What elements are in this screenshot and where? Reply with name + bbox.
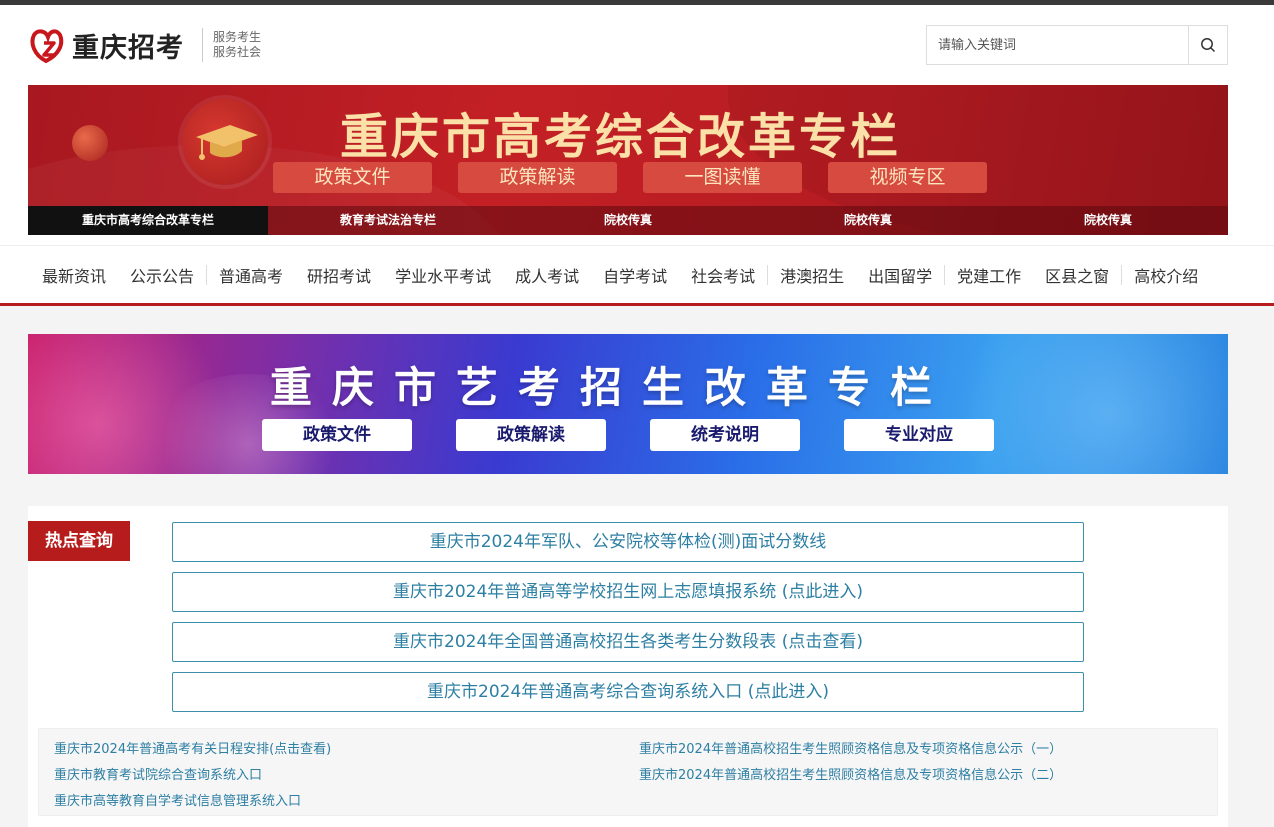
- logo-slogan: 服务考生 服务社会: [213, 30, 261, 60]
- nav-item-study-abroad[interactable]: 出国留学: [856, 263, 944, 287]
- nav-item-district-window[interactable]: 区县之窗: [1033, 263, 1121, 287]
- slogan-line-1: 服务考生: [213, 30, 262, 44]
- banner-title: 重庆市艺考招生改革专栏: [270, 363, 953, 412]
- nav-item-self-study[interactable]: 自学考试: [591, 263, 679, 287]
- hot-link-volunteer-system[interactable]: 重庆市2024年普通高等学校招生网上志愿填报系统 (点此进入): [172, 572, 1084, 612]
- banner-button-group: 政策文件 政策解读 统考说明 专业对应: [262, 419, 994, 451]
- logo-divider: [202, 28, 203, 62]
- logo-mark-icon: [28, 25, 68, 65]
- quick-link-eligibility-notice-1[interactable]: 重庆市2024年普通高校招生考生照顾资格信息及专项资格信息公示（一）: [639, 738, 1062, 757]
- tab-law-column[interactable]: 教育考试法治专栏: [268, 206, 508, 235]
- art-button-major-mapping[interactable]: 专业对应: [844, 419, 994, 451]
- nav-item-postgrad[interactable]: 研招考试: [295, 263, 383, 287]
- banner-button-group: 政策文件 政策解读 一图读懂 视频专区: [273, 162, 987, 193]
- tab-college-news-2[interactable]: 院校传真: [748, 206, 988, 235]
- banner-tabs: 重庆市高考综合改革专栏 教育考试法治专栏 院校传真 院校传真 院校传真: [28, 206, 1228, 235]
- art-exam-reform-banner[interactable]: 重庆市艺考招生改革专栏 政策文件 政策解读 统考说明 专业对应: [28, 334, 1228, 474]
- tab-college-news-1[interactable]: 院校传真: [508, 206, 748, 235]
- nav-item-announcements[interactable]: 公示公告: [118, 263, 206, 287]
- tab-gaokao-reform[interactable]: 重庆市高考综合改革专栏: [28, 206, 268, 235]
- hot-query-section: 热点查询 重庆市2024年军队、公安院校等体检(测)面试分数线 重庆市2024年…: [28, 506, 1228, 827]
- art-button-unified-exam[interactable]: 统考说明: [650, 419, 800, 451]
- hot-query-tag: 热点查询: [28, 521, 130, 561]
- nav-item-gaokao[interactable]: 普通高考: [207, 263, 295, 287]
- quick-link-query-system[interactable]: 重庆市教育考试院综合查询系统入口: [54, 764, 262, 783]
- quick-link-self-study-system[interactable]: 重庆市高等教育自学考试信息管理系统入口: [54, 790, 301, 809]
- nav-item-college-intro[interactable]: 高校介绍: [1122, 263, 1210, 287]
- banner-button-policy-docs[interactable]: 政策文件: [273, 162, 432, 193]
- hot-link-gaokao-query[interactable]: 重庆市2024年普通高考综合查询系统入口 (点此进入): [172, 672, 1084, 712]
- hot-query-links: 重庆市2024年军队、公安院校等体检(测)面试分数线 重庆市2024年普通高等学…: [172, 522, 1084, 722]
- site-logo[interactable]: 重庆招考 服务考生 服务社会: [28, 25, 261, 65]
- nav-item-party-work[interactable]: 党建工作: [945, 263, 1033, 287]
- slogan-line-2: 服务社会: [213, 45, 262, 59]
- logo-text: 重庆招考: [72, 32, 184, 64]
- nav-item-social-exam[interactable]: 社会考试: [679, 263, 767, 287]
- search-input[interactable]: [927, 26, 1188, 64]
- nav-item-academic-level[interactable]: 学业水平考试: [383, 263, 503, 287]
- art-button-policy-docs[interactable]: 政策文件: [262, 419, 412, 451]
- graduation-cap-badge: [182, 99, 268, 185]
- quick-link-eligibility-notice-2[interactable]: 重庆市2024年普通高校招生考生照顾资格信息及专项资格信息公示（二）: [639, 764, 1062, 783]
- search-button[interactable]: [1188, 26, 1227, 64]
- search-box: [926, 25, 1228, 65]
- nav-item-hk-macau[interactable]: 港澳招生: [768, 263, 856, 287]
- search-icon: [1201, 38, 1216, 53]
- banner-title: 重庆市高考综合改革专栏: [340, 109, 902, 165]
- tab-college-news-3[interactable]: 院校传真: [988, 206, 1228, 235]
- banner-button-video[interactable]: 视频专区: [828, 162, 987, 193]
- graduation-cap-icon: [196, 125, 258, 160]
- quick-link-schedule[interactable]: 重庆市2024年普通高考有关日程安排(点击查看): [54, 738, 331, 757]
- banner-swirl-decoration: [928, 334, 1228, 474]
- art-button-policy-explain[interactable]: 政策解读: [456, 419, 606, 451]
- hot-link-score-distribution[interactable]: 重庆市2024年全国普通高校招生各类考生分数段表 (点击查看): [172, 622, 1084, 662]
- hot-link-physical-exam-scores[interactable]: 重庆市2024年军队、公安院校等体检(测)面试分数线: [172, 522, 1084, 562]
- gaokao-reform-banner[interactable]: 重庆市高考综合改革专栏 政策文件 政策解读 一图读懂 视频专区 重庆市高考综合改…: [28, 85, 1228, 235]
- nav-item-adult-exam[interactable]: 成人考试: [503, 263, 591, 287]
- quick-links-panel: 重庆市2024年普通高考有关日程安排(点击查看) 重庆市2024年普通高校招生考…: [38, 728, 1218, 816]
- banner-button-policy-explain[interactable]: 政策解读: [458, 162, 617, 193]
- banner-button-infographic[interactable]: 一图读懂: [643, 162, 802, 193]
- site-header: 重庆招考 服务考生 服务社会 重庆市高考综合改革专栏: [0, 5, 1274, 245]
- main-nav: 最新资讯 公示公告 普通高考 研招考试 学业水平考试 成人考试 自学考试 社会考…: [0, 245, 1274, 306]
- red-orb-decoration: [72, 125, 108, 161]
- nav-item-latest-news[interactable]: 最新资讯: [30, 263, 118, 287]
